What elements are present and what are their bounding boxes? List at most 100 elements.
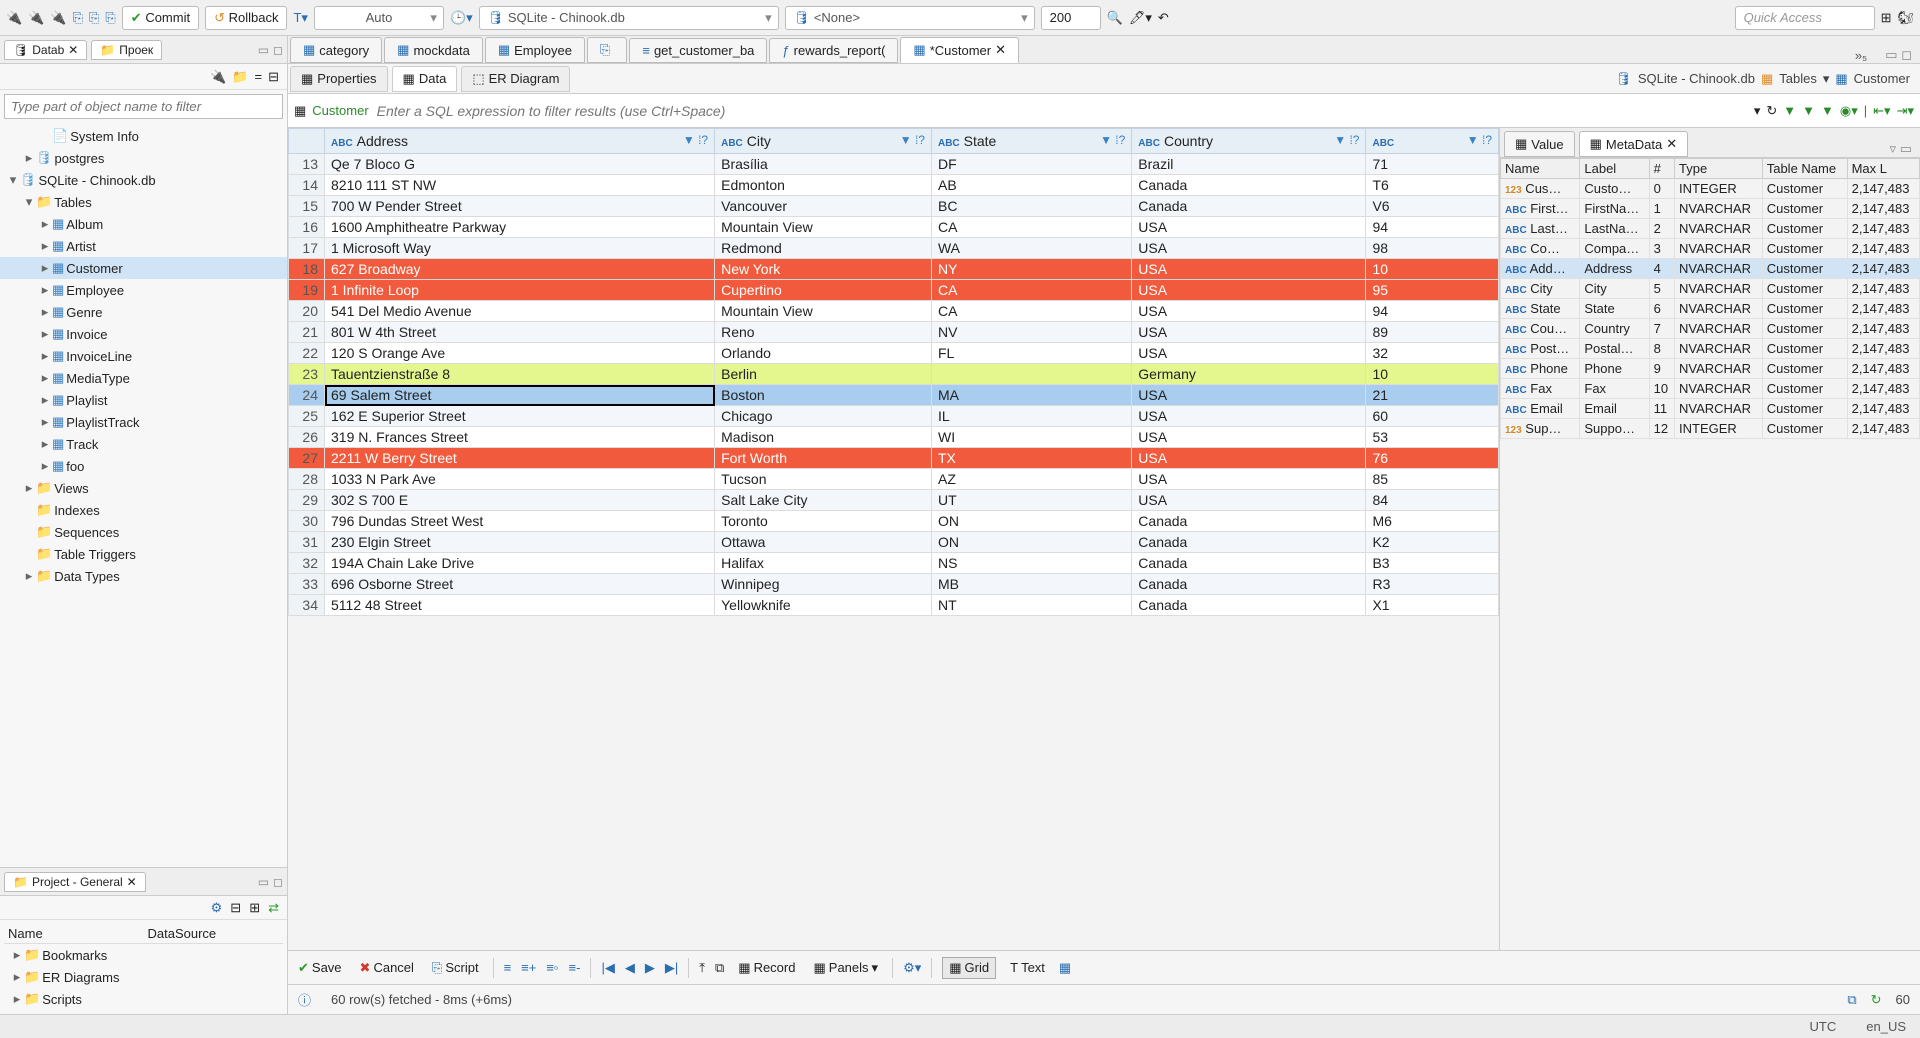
nav-fwd-icon[interactable]: ⇥▾ <box>1897 103 1914 119</box>
subtab-er-diagram[interactable]: ⬚ ER Diagram <box>461 66 570 92</box>
nav-back-icon[interactable]: ⇤▾ <box>1873 103 1890 119</box>
project-item[interactable]: ▸📁Bookmarks <box>4 944 283 966</box>
table-row[interactable]: 29302 S 700 ESalt Lake CityUTUSA84 <box>289 490 1499 511</box>
table-row[interactable]: 22120 S Orange AveOrlandoFLUSA32 <box>289 343 1499 364</box>
meta-header[interactable]: Type <box>1675 159 1763 179</box>
filter-dropdown-icon[interactable]: ▾ <box>1754 103 1761 119</box>
save-button[interactable]: ✔Save <box>294 958 346 978</box>
tree-node[interactable]: ▾🛢SQLite - Chinook.db <box>0 169 287 191</box>
table-row[interactable]: 32194A Chain Lake DriveHalifaxNSCanadaB3 <box>289 553 1499 574</box>
undo-icon[interactable]: ↶ <box>1158 10 1169 26</box>
meta-header[interactable]: # <box>1649 159 1674 179</box>
meta-row[interactable]: ABC PhonePhone9NVARCHARCustomer2,147,483 <box>1501 359 1920 379</box>
data-grid-scroll[interactable]: ABCAddress▼ ⁞?ABCCity▼ ⁞?ABCState▼ ⁞?ABC… <box>288 128 1500 950</box>
meta-row[interactable]: 123 Cus…Custo…0INTEGERCustomer2,147,483 <box>1501 179 1920 199</box>
tree-node[interactable]: ▸▦Employee <box>0 279 287 301</box>
table-row[interactable]: 31230 Elgin StreetOttawaONCanadaK2 <box>289 532 1499 553</box>
table-row[interactable]: 26319 N. Frances StreetMadisonWIUSA53 <box>289 427 1499 448</box>
edit3-icon[interactable]: ≡◦ <box>546 960 558 975</box>
meta-row[interactable]: ABC Co…Compa…3NVARCHARCustomer2,147,483 <box>1501 239 1920 259</box>
dbeaver-icon[interactable]: 🐿 <box>1897 10 1914 26</box>
marker-icon[interactable]: 🖊▾ <box>1129 10 1152 26</box>
meta-row[interactable]: ABC Last…LastNa…2NVARCHARCustomer2,147,4… <box>1501 219 1920 239</box>
object-filter-input[interactable] <box>4 94 283 119</box>
ed-max-icon[interactable]: ◻ <box>1901 47 1912 62</box>
perspective-icon[interactable]: ⊞ <box>1881 10 1892 26</box>
script-button[interactable]: ⎘Script <box>428 958 483 978</box>
proj-link-icon[interactable]: ⇄ <box>268 900 279 916</box>
meta-row[interactable]: 123 Sup…Suppo…12INTEGERCustomer2,147,483 <box>1501 419 1920 439</box>
rollback-button[interactable]: ↺ Rollback <box>205 6 287 30</box>
table-row[interactable]: 281033 N Park AveTucsonAZUSA85 <box>289 469 1499 490</box>
meta-row[interactable]: ABC Post…Postal…8NVARCHARCustomer2,147,4… <box>1501 339 1920 359</box>
tree-node[interactable]: ▸📁Views <box>0 477 287 499</box>
sql-filter-input[interactable] <box>375 102 1748 120</box>
extra-icon[interactable]: ▦ <box>1059 960 1071 976</box>
sql-new-icon[interactable]: ⎘ <box>89 10 99 26</box>
tree-node[interactable]: ▸▦MediaType <box>0 367 287 389</box>
tabs-overflow[interactable]: »₅ <box>1845 48 1877 63</box>
data-grid[interactable]: ABCAddress▼ ⁞?ABCCity▼ ⁞?ABCState▼ ⁞?ABC… <box>288 128 1499 616</box>
tree-node[interactable]: ▸🛢postgres <box>0 147 287 169</box>
subtab-data[interactable]: ▦ Data <box>392 66 458 92</box>
settings-icon[interactable]: ⚙▾ <box>903 960 921 976</box>
table-row[interactable]: 30796 Dundas Street WestTorontoONCanadaM… <box>289 511 1499 532</box>
table-row[interactable]: 191 Infinite LoopCupertinoCAUSA95 <box>289 280 1499 301</box>
meta-header[interactable]: Label <box>1580 159 1649 179</box>
proj-min-icon[interactable]: ▭ <box>258 875 269 889</box>
meta-row[interactable]: ABC First…FirstNa…1NVARCHARCustomer2,147… <box>1501 199 1920 219</box>
panels-button[interactable]: ▦ Panels ▾ <box>809 958 882 978</box>
table-row[interactable]: 161600 Amphitheatre ParkwayMountain View… <box>289 217 1499 238</box>
gear-icon[interactable]: ⚙ <box>211 900 223 916</box>
find-icon[interactable]: 🔍 <box>1107 10 1123 26</box>
proj-max-icon[interactable]: ◻ <box>273 875 283 889</box>
meta-row[interactable]: ABC Add…Address4NVARCHARCustomer2,147,48… <box>1501 259 1920 279</box>
grid-column-header[interactable]: ABC▼ ⁞? <box>1366 129 1499 154</box>
db-tree[interactable]: 📄System Info▸🛢postgres▾🛢SQLite - Chinook… <box>0 123 287 867</box>
edit4-icon[interactable]: ≡- <box>569 960 581 975</box>
history-icon[interactable]: 🕒▾ <box>450 10 473 26</box>
filter-sphere-icon[interactable]: ◉▾ <box>1840 103 1858 119</box>
filter-funnel2-icon[interactable]: ▼ <box>1802 103 1815 119</box>
table-row[interactable]: 2469 Salem StreetBostonMAUSA21 <box>289 385 1499 406</box>
nav-first-icon[interactable]: |◀ <box>601 960 614 976</box>
tree-node[interactable]: 📁Indexes <box>0 499 287 521</box>
editor-tab[interactable]: ▦Employee <box>485 37 585 63</box>
tree-node[interactable]: ▸▦Track <box>0 433 287 455</box>
metadata-grid[interactable]: NameLabel#TypeTable NameMax L123 Cus…Cus… <box>1500 158 1920 439</box>
filter-apply-icon[interactable]: ↻ <box>1766 103 1777 119</box>
project-item[interactable]: ▸📁Scripts <box>4 988 283 1010</box>
folder-icon[interactable]: 📁 <box>232 69 248 85</box>
table-row[interactable]: 18627 BroadwayNew YorkNYUSA10 <box>289 259 1499 280</box>
sql-plus-icon[interactable]: ⎘ <box>105 10 115 26</box>
table-row[interactable]: 148210 111 ST NWEdmontonABCanadaT6 <box>289 175 1499 196</box>
copy-icon[interactable]: ⧉ <box>715 960 724 976</box>
editor-tab[interactable]: ≡get_customer_ba <box>629 38 767 63</box>
nav-next-icon[interactable]: ▶ <box>645 960 655 976</box>
commit-button[interactable]: ✔ Commit <box>122 6 199 30</box>
collapse-icon[interactable]: ⊟ <box>268 69 279 85</box>
equals-icon[interactable]: = <box>255 69 263 84</box>
connect-icon[interactable]: 🔌 <box>210 69 226 85</box>
nav-last-icon[interactable]: ▶| <box>665 960 678 976</box>
editor-tab[interactable]: ⎘ <box>587 37 627 63</box>
database-select[interactable]: 🛢 SQLite - Chinook.db <box>479 6 779 30</box>
quick-access-input[interactable]: Quick Access <box>1735 6 1875 30</box>
meta-row[interactable]: ABC CityCity5NVARCHARCustomer2,147,483 <box>1501 279 1920 299</box>
meta-min-icon[interactable]: ▭ <box>1900 141 1912 156</box>
grid-column-header[interactable]: ABCState▼ ⁞? <box>931 129 1131 154</box>
ed-min-icon[interactable]: ▭ <box>1885 47 1897 62</box>
meta-row[interactable]: ABC EmailEmail11NVARCHARCustomer2,147,48… <box>1501 399 1920 419</box>
meta-header[interactable]: Name <box>1501 159 1580 179</box>
maximize-icon[interactable]: ◻ <box>273 43 283 57</box>
sql-icon[interactable]: ⎘ <box>73 10 83 26</box>
tree-node[interactable]: ▸▦InvoiceLine <box>0 345 287 367</box>
tree-node[interactable]: ▸▦Invoice <box>0 323 287 345</box>
tab-project-general[interactable]: 📁 Project - General ✕ <box>4 872 146 892</box>
editor-tab[interactable]: ▦category <box>290 37 382 63</box>
export-icon[interactable]: ⤒ <box>699 960 705 976</box>
project-item[interactable]: ▸📁ER Diagrams <box>4 966 283 988</box>
plug-off-icon[interactable]: 🔌 <box>50 10 66 26</box>
table-row[interactable]: 13Qe 7 Bloco GBrasíliaDFBrazil71 <box>289 154 1499 175</box>
meta-row[interactable]: ABC FaxFax10NVARCHARCustomer2,147,483 <box>1501 379 1920 399</box>
